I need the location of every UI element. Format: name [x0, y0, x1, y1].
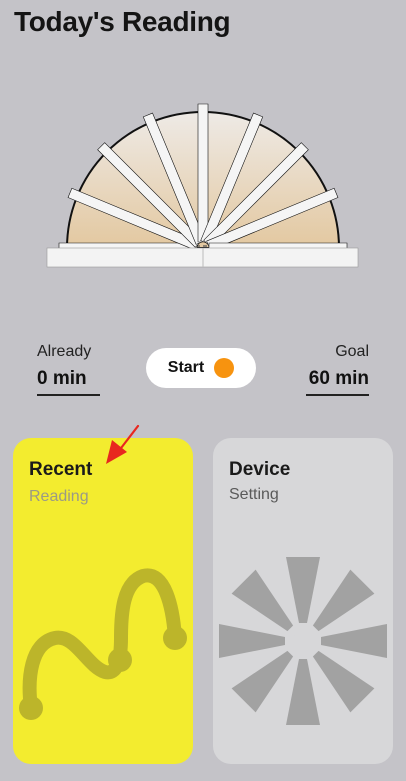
- gear-petal: [312, 650, 375, 713]
- already-value: 0 min: [37, 368, 87, 389]
- gear-petal: [286, 557, 320, 623]
- gear-petal: [219, 624, 285, 658]
- start-indicator-dot: [214, 358, 235, 378]
- gear-petal: [286, 659, 320, 725]
- device-setting-card[interactable]: Device Setting: [213, 438, 393, 764]
- start-button[interactable]: Start: [146, 348, 256, 388]
- goal-label: Goal: [335, 343, 369, 360]
- reading-curve-icon: [19, 568, 187, 720]
- gear-petal: [321, 624, 387, 658]
- start-label: Start: [167, 359, 205, 376]
- reading-fan-graphic: [46, 103, 359, 268]
- recent-reading-card[interactable]: Recent Reading: [13, 438, 193, 764]
- already-underline: [37, 394, 100, 396]
- goal-value: 60 min: [308, 368, 369, 389]
- gear-petal: [312, 569, 375, 632]
- already-label: Already: [37, 343, 92, 360]
- goal-underline: [306, 394, 369, 396]
- gear-icon: [219, 557, 387, 725]
- gear-petal: [231, 569, 294, 632]
- fan-ray: [197, 103, 209, 243]
- gear-petal: [231, 650, 294, 713]
